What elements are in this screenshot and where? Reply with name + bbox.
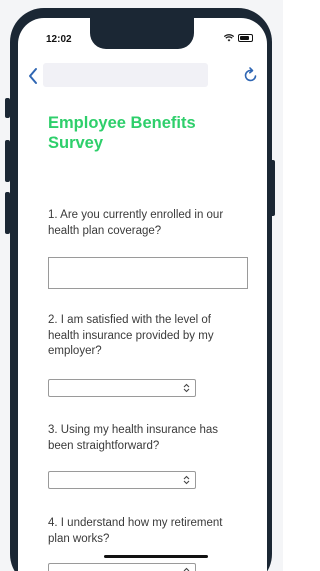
question-line: 4. I understand how my retirement [48,517,223,529]
chevron-left-icon[interactable] [25,66,41,86]
question-line: plan works? [48,532,110,545]
select-arrows-icon [183,383,190,393]
question-4-text: 4. I understand how my retirement plan w… [48,516,246,547]
battery-icon [238,34,253,42]
select-arrows-icon [183,567,190,571]
question-1-answer-input[interactable] [48,257,248,289]
question-line: health plan coverage? [48,224,162,237]
browser-nav-bar [18,63,267,95]
status-icons [224,34,253,42]
phone-side-button [5,192,10,234]
question-3-select[interactable] [48,471,196,489]
survey-content: Employee Benefits Survey 1. Are you curr… [48,113,248,571]
question-2-select[interactable] [48,379,196,397]
survey-title-line: Survey [48,134,104,152]
select-arrows-icon [183,475,190,485]
status-bar: 12:02 [18,18,267,62]
phone-screen: 12:02 Employee Benefits Survey 1. Are yo… [18,18,267,571]
status-time: 12:02 [46,34,72,45]
question-line: 1. Are you currently enrolled in our [48,209,224,221]
home-indicator[interactable] [104,555,208,558]
question-3-text: 3. Using my health insurance has been st… [48,423,246,454]
phone-side-button [5,98,10,118]
question-line: employer? [48,345,102,357]
url-field[interactable] [43,63,208,87]
question-line: been straightforward? [48,439,160,452]
survey-title: Employee Benefits Survey [48,113,248,153]
question-line: 3. Using my health insurance has [48,424,219,436]
phone-side-button [270,160,275,216]
question-4-select[interactable] [48,563,196,571]
device-frame-background: 12:02 Employee Benefits Survey 1. Are yo… [0,0,283,571]
question-line: 2. I am satisfied with the level of [48,314,211,326]
phone-notch [90,18,194,49]
refresh-icon[interactable] [243,66,259,84]
question-2-text: 2. I am satisfied with the level of heal… [48,313,246,360]
phone-side-button [5,140,10,182]
wifi-icon [224,34,234,42]
question-1-text: 1. Are you currently enrolled in our hea… [48,208,246,239]
question-line: health insurance provided by my [48,329,214,342]
survey-title-line: Employee Benefits [48,114,196,132]
